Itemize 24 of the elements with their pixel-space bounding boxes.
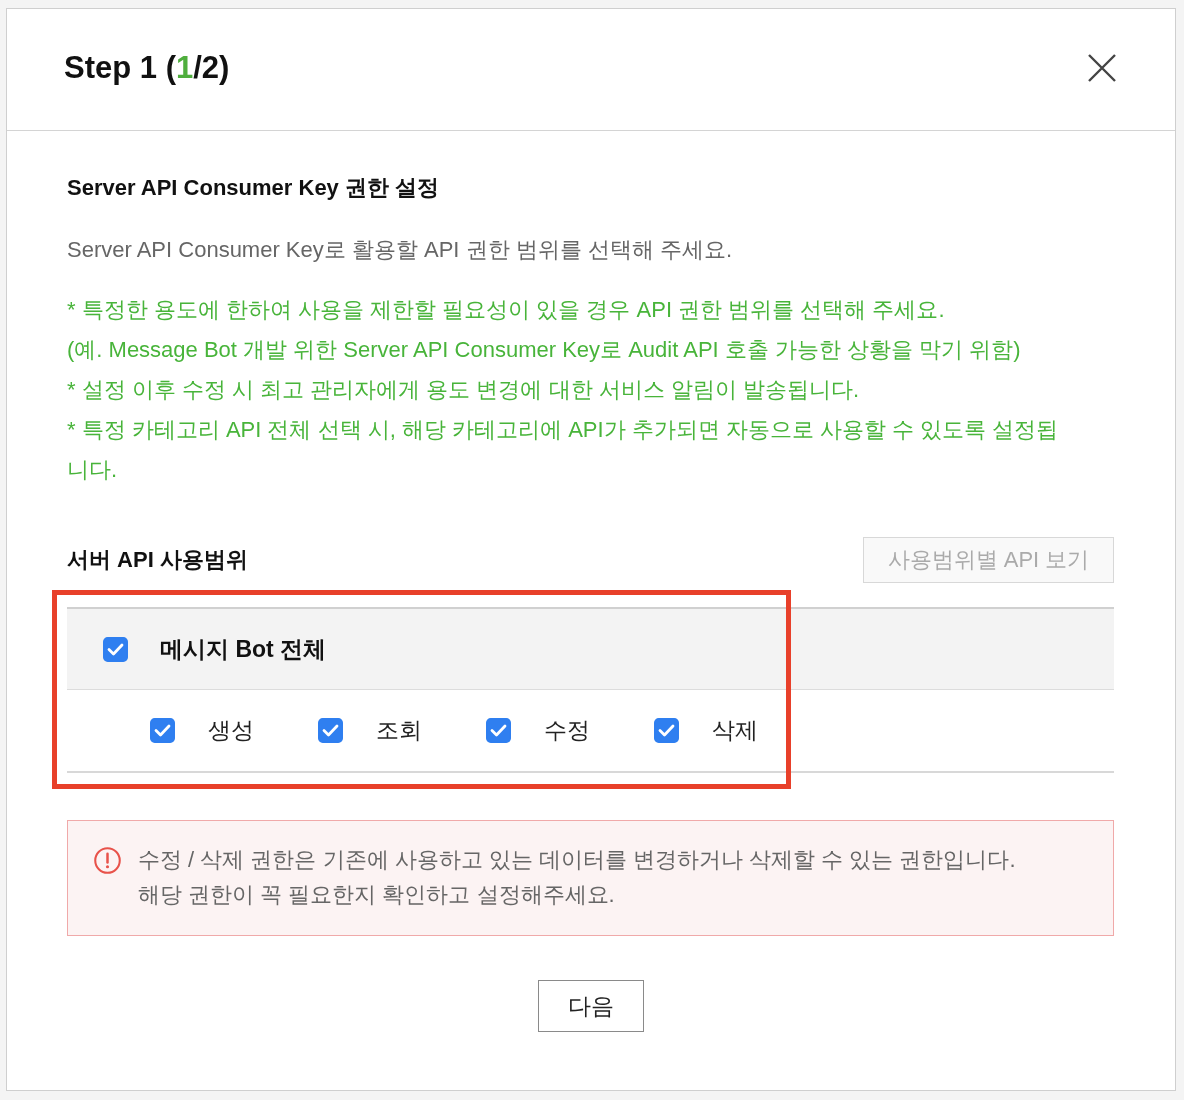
checkbox-label: 생성 (208, 716, 254, 745)
checkbox[interactable] (318, 718, 343, 743)
note-text: * 설정 이후 수정 시 최고 관리자에게 용도 변경에 대한 서비스 알림이 발송됩니다. (67, 376, 861, 404)
checkbox[interactable] (654, 718, 679, 743)
checkbox[interactable] (150, 718, 175, 743)
dialog-title: Step 1 (1/2) (64, 49, 230, 86)
checkbox-label: 조회 (376, 716, 422, 745)
scope-title: 서버 API 사용범위 (67, 546, 248, 574)
note-text: (예. Message Bot 개발 위한 Server API Consumer Key로 Audit API 호출 가능한 상황을 막기 위함) (67, 336, 1022, 364)
note-text: * 특정 카테고리 API 전체 선택 시, 해당 카테고리에 API가 추가되면 자동으로 사용할 수 있도록 설정됩니다. (67, 416, 1060, 484)
checkbox[interactable] (486, 718, 511, 743)
checkbox[interactable] (103, 636, 128, 662)
checkbox-label: 삭제 (712, 716, 758, 745)
section-description: Server API Consumer Key로 활용할 API 권한 범위를 선택해 주세요. (67, 236, 734, 264)
next-button[interactable]: 다음 (537, 980, 644, 1032)
alert-icon (94, 847, 121, 874)
note-text: * 특정한 용도에 한하여 사용을 제한할 필요성이 있을 경우 API 권한 범위를 선택해 주세요. (67, 296, 946, 324)
warning-text: 해당 권한이 꼭 필요한지 확인하고 설정해주세요. (138, 881, 616, 909)
warning-text: 수정 / 삭제 권한은 기존에 사용하고 있는 데이터를 변경하거나 삭제할 수 있는 권한입니다. (138, 846, 1016, 874)
section-title: Server API Consumer Key 권한 설정 (67, 174, 441, 202)
close-icon (1088, 53, 1116, 82)
checkbox-label: 수정 (544, 716, 590, 745)
close-button[interactable] (1087, 52, 1117, 83)
checkbox-label: 메시지 Bot 전체 (160, 634, 327, 664)
